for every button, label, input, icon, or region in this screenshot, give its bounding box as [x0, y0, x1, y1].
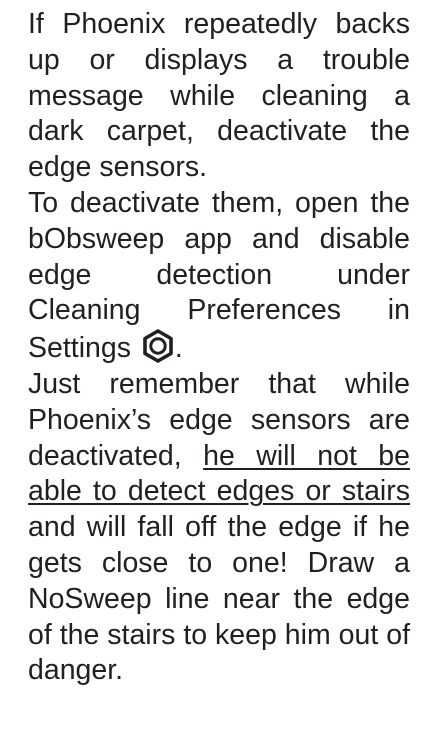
paragraph-warning: Just remember that while Phoenix’s edge …: [28, 367, 410, 689]
paragraph-deactivate-steps: To deactivate them, open the bObsweep ap…: [28, 186, 410, 367]
deactivate-steps-text: To deactivate them, open the bObsweep ap…: [28, 186, 410, 365]
paragraph-dark-carpet-text: If Phoenix repeatedly backs up or displa…: [28, 8, 410, 184]
paragraph-dark-carpet: If Phoenix repeatedly backs up or displa…: [28, 7, 410, 186]
deactivate-steps-period: .: [174, 332, 183, 365]
warning-text-end: and will fall off the edge if he gets cl…: [28, 511, 410, 687]
gear-icon: [141, 329, 175, 363]
instruction-text-block: If Phoenix repeatedly backs up or displa…: [28, 7, 410, 689]
